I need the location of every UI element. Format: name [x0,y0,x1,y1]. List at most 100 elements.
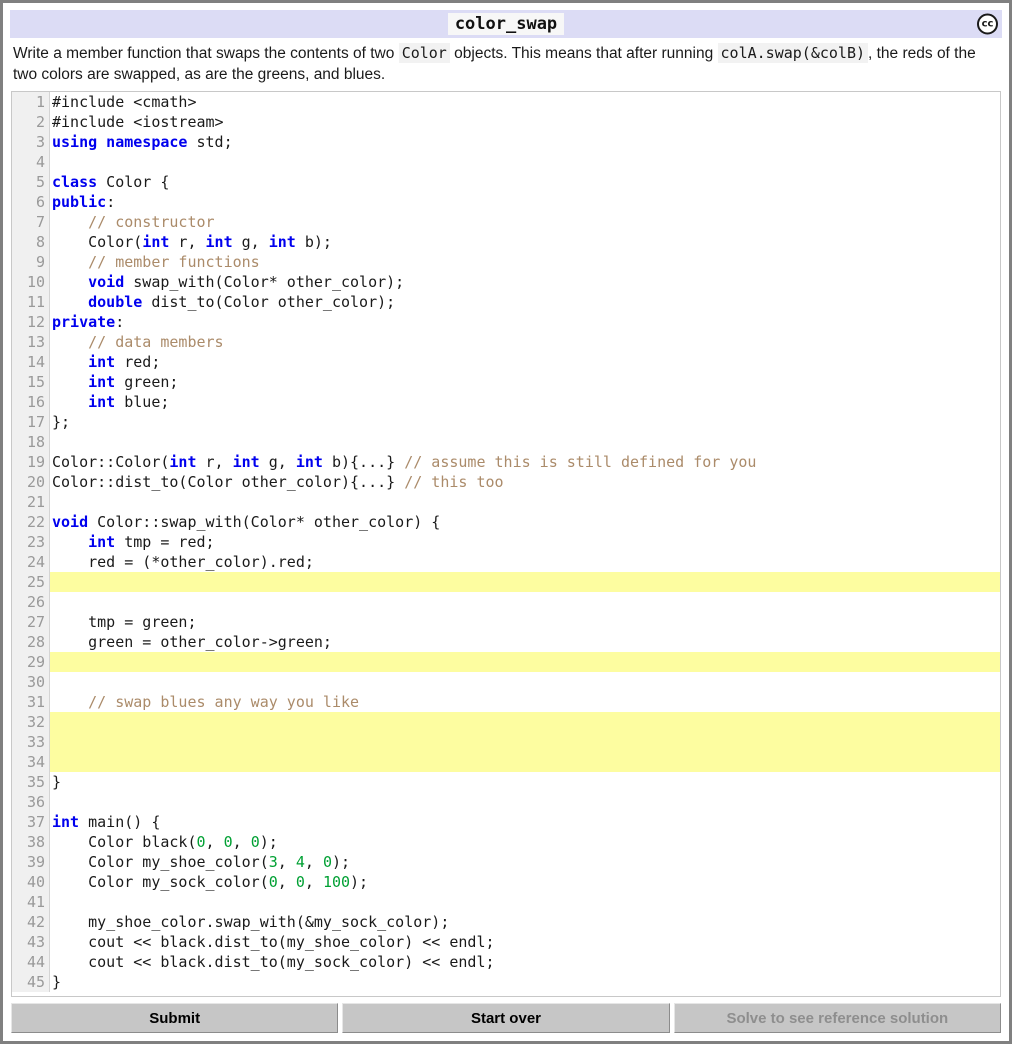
code-line-content [50,892,1000,912]
code-line-editable[interactable]: 32 [12,712,1000,732]
code-line-content: double dist_to(Color other_color); [50,292,1000,312]
line-number: 2 [12,112,50,132]
code-number: 0 [268,873,278,891]
code-line-content: int main() { [50,812,1000,832]
submit-button[interactable]: Submit [11,1003,339,1033]
line-number: 21 [12,492,50,512]
code-text: tmp = red; [115,533,215,551]
line-number: 5 [12,172,50,192]
code-line: 19 Color::Color(int r, int g, int b){...}… [12,452,1000,472]
code-line-editable[interactable]: 34 [12,752,1000,772]
code-text: green; [115,373,179,391]
code-line: 26 [12,592,1000,612]
code-keyword: void [52,513,89,531]
line-number: 8 [12,232,50,252]
code-line: 40 Color my_sock_color(0, 0, 100); [12,872,1000,892]
code-editor[interactable]: 1 #include <cmath> 2 #include <iostream> 3 us… [11,91,1001,997]
code-keyword: int [88,373,116,391]
code-line-content: Color(int r, int g, int b); [50,232,1000,252]
code-keyword: int [88,353,116,371]
code-line: 1 #include <cmath> [12,92,1000,112]
code-line-editable[interactable]: 25 [12,572,1000,592]
code-text: red; [115,353,161,371]
line-number: 12 [12,312,50,332]
code-line-content[interactable] [50,652,1000,672]
code-line-content: void Color::swap_with(Color* other_color… [50,512,1000,532]
line-number: 16 [12,392,50,412]
line-number: 15 [12,372,50,392]
action-button-bar: Submit Start over Solve to see reference s… [11,1003,1001,1033]
code-line-content: #include <iostream> [50,112,1000,132]
line-number: 41 [12,892,50,912]
line-number: 17 [12,412,50,432]
line-number: 3 [12,132,50,152]
code-line-editable[interactable]: 29 [12,652,1000,672]
code-keyword: int [232,453,260,471]
code-line: 2 #include <iostream> [12,112,1000,132]
code-line: 3 using namespace std; [12,132,1000,152]
code-line: 5 class Color { [12,172,1000,192]
code-line-content[interactable] [50,712,1000,732]
prompt-text-part2: objects. This means that after running [449,45,718,62]
code-number: 4 [295,853,305,871]
creative-commons-icon[interactable]: cc [977,13,998,35]
code-text: : [106,193,116,211]
code-text: Color::Color( [52,453,170,471]
line-number: 45 [12,972,50,992]
line-number: 1 [12,92,50,112]
code-keyword: void [88,273,125,291]
line-number: 18 [12,432,50,452]
code-line-content[interactable] [50,572,1000,592]
code-text: cout << black.dist_to(my_shoe_color) << … [52,933,495,951]
code-line: 28 green = other_color->green; [12,632,1000,652]
code-keyword: int [52,813,80,831]
code-line: 23 int tmp = red; [12,532,1000,552]
code-line-content: green = other_color->green; [50,632,1000,652]
code-number: 100 [322,873,351,891]
solve-to-see-reference-solution-button: Solve to see reference solution [673,1003,1001,1033]
code-line-content [50,592,1000,612]
code-line-editable[interactable]: 33 [12,732,1000,752]
code-text: , [205,833,224,851]
code-line-content[interactable] [50,752,1000,772]
code-text: #include <cmath> [52,93,197,111]
line-number: 20 [12,472,50,492]
prompt-text-part1: Write a member function that swaps the c… [13,45,399,62]
code-line: 36 [12,792,1000,812]
code-line: 42 my_shoe_color.swap_with(&my_sock_colo… [12,912,1000,932]
code-line: 30 [12,672,1000,692]
code-text: , [304,853,323,871]
code-text: } [52,773,62,791]
code-line: 31 // swap blues any way you like [12,692,1000,712]
code-text: std; [187,133,233,151]
code-text: ); [331,853,351,871]
code-number: 0 [295,873,305,891]
code-number: 0 [223,833,233,851]
code-text: dist_to(Color other_color); [142,293,396,311]
code-text: g, [232,233,269,251]
code-line: 10 void swap_with(Color* other_color); [12,272,1000,292]
code-text: blue; [115,393,170,411]
code-text: b){...} [322,453,405,471]
code-line-content [50,492,1000,512]
code-text: }; [52,413,71,431]
code-line: 17}; [12,412,1000,432]
code-line: 22 void Color::swap_with(Color* other_col… [12,512,1000,532]
code-number: 0 [196,833,206,851]
problem-description: Write a member function that swaps the c… [13,43,999,85]
code-line: 9 // member functions [12,252,1000,272]
code-line-content[interactable] [50,732,1000,752]
code-line-content: tmp = green; [50,612,1000,632]
code-line-content [50,152,1000,172]
code-line: 13 // data members [12,332,1000,352]
code-keyword: public [52,193,107,211]
code-line-content: private: [50,312,1000,332]
code-text: } [52,973,62,991]
code-text: Color my_sock_color( [52,873,269,891]
code-line: 14 int red; [12,352,1000,372]
code-line: 38 Color black(0, 0, 0); [12,832,1000,852]
code-line: 20 Color::dist_to(Color other_color){...}… [12,472,1000,492]
line-number: 25 [12,572,50,592]
start-over-button[interactable]: Start over [342,1003,670,1033]
